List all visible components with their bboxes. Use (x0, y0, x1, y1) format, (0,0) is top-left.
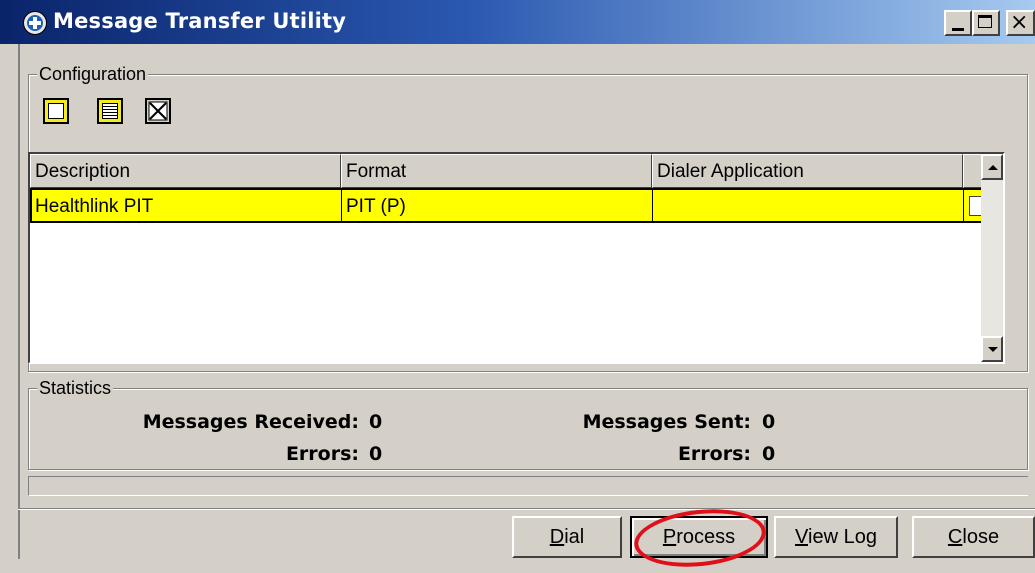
configuration-label: Configuration (37, 64, 149, 85)
edit-config-icon (102, 103, 118, 119)
messages-received-value: 0 (369, 411, 383, 433)
delete-config-icon (148, 101, 168, 121)
close-window-button[interactable]: × (1006, 10, 1035, 36)
sent-errors-value: 0 (762, 443, 776, 465)
cell-description: Healthlink PIT (35, 196, 154, 217)
received-errors-label: Errors: (285, 443, 359, 465)
sent-errors-label: Errors: (677, 443, 751, 465)
column-header-format[interactable]: Format (341, 154, 652, 188)
maximize-button[interactable] (972, 10, 1000, 36)
new-config-icon (48, 103, 64, 119)
statistics-label: Statistics (37, 378, 114, 399)
messages-sent-label: Messages Sent: (582, 411, 751, 433)
window-title: Message Transfer Utility (53, 9, 347, 33)
dial-button[interactable]: Dial (512, 516, 622, 558)
scroll-up-button[interactable] (981, 154, 1003, 180)
delete-config-button[interactable] (145, 98, 171, 124)
scroll-down-button[interactable] (981, 336, 1003, 362)
process-button[interactable]: Process (630, 516, 768, 558)
messages-sent-value: 0 (762, 411, 776, 433)
column-header-description[interactable]: Description (30, 154, 341, 188)
column-header-dialer-application[interactable]: Dialer Application (652, 154, 963, 188)
minimize-icon (952, 28, 964, 31)
vertical-scrollbar[interactable] (981, 154, 1003, 362)
divider (18, 508, 1035, 510)
progress-bar (28, 476, 1028, 496)
scroll-up-icon (988, 165, 998, 170)
edit-config-button[interactable] (97, 98, 123, 124)
configuration-grid[interactable]: Description Format Dialer Application He… (28, 152, 1005, 364)
column-header-checkbox[interactable] (963, 154, 983, 188)
maximize-icon (978, 15, 992, 28)
view-log-button[interactable]: View Log (774, 516, 898, 558)
close-button[interactable]: Close (912, 516, 1035, 558)
title-bar[interactable]: Message Transfer Utility × (0, 0, 1035, 44)
received-errors-value: 0 (369, 443, 383, 465)
close-icon: × (1010, 10, 1029, 35)
new-config-button[interactable] (43, 98, 69, 124)
messages-received-label: Messages Received: (142, 411, 359, 433)
minimize-button[interactable] (944, 10, 972, 36)
table-row[interactable]: Healthlink PIT PIT (P) (30, 188, 997, 223)
cell-format: PIT (P) (346, 196, 406, 217)
scroll-down-icon (988, 347, 998, 352)
app-globe-icon (23, 11, 47, 35)
